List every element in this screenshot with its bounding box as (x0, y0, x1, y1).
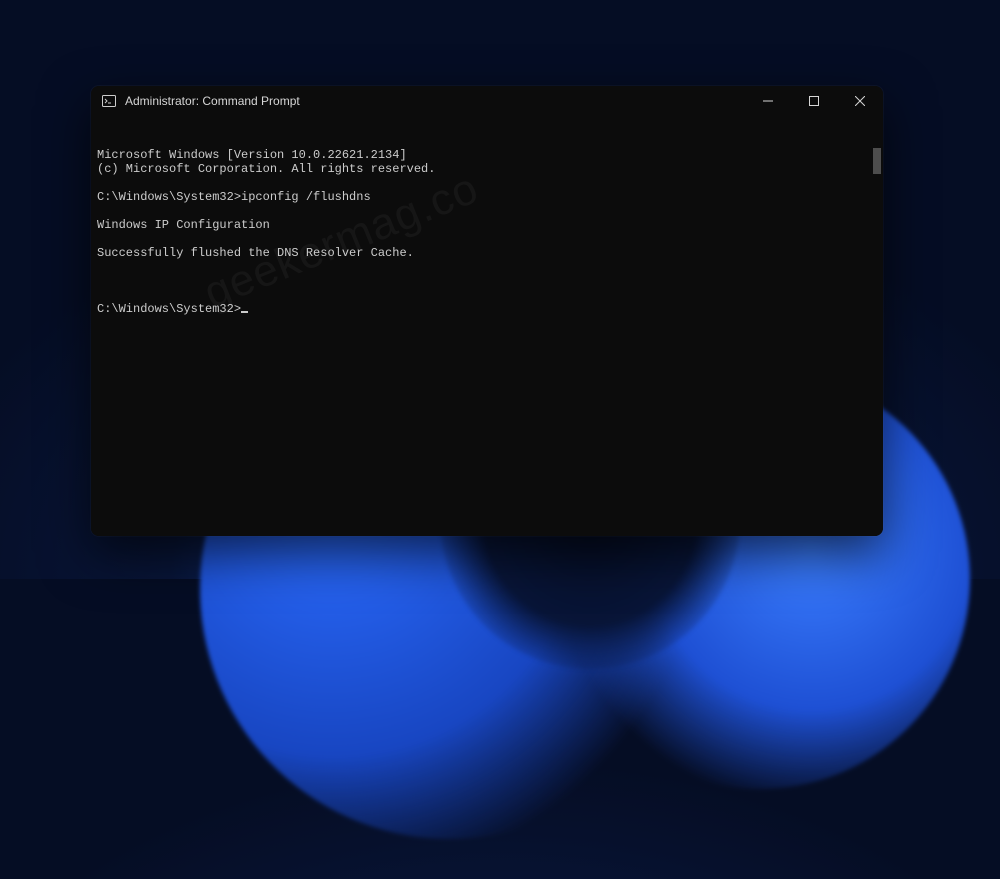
window-title: Administrator: Command Prompt (125, 94, 300, 108)
minimize-button[interactable] (745, 86, 791, 116)
terminal-scrollbar-thumb[interactable] (873, 148, 881, 174)
cmd-icon (101, 93, 117, 109)
terminal-line (97, 260, 877, 274)
terminal-cursor (241, 311, 248, 313)
terminal-line: (c) Microsoft Corporation. All rights re… (97, 162, 877, 176)
maximize-button[interactable] (791, 86, 837, 116)
terminal-line (97, 204, 877, 218)
close-button[interactable] (837, 86, 883, 116)
terminal-line: Windows IP Configuration (97, 218, 877, 232)
window-titlebar[interactable]: Administrator: Command Prompt (91, 86, 883, 116)
terminal-line (97, 232, 877, 246)
terminal-line: Successfully flushed the DNS Resolver Ca… (97, 246, 877, 260)
terminal-prompt-line: C:\Windows\System32> (97, 302, 877, 316)
terminal-line: Microsoft Windows [Version 10.0.22621.21… (97, 148, 877, 162)
terminal-prompt: C:\Windows\System32> (97, 302, 241, 316)
command-prompt-window: Administrator: Command Prompt Microsoft … (91, 86, 883, 536)
terminal-line (97, 176, 877, 190)
terminal-output[interactable]: Microsoft Windows [Version 10.0.22621.21… (91, 116, 883, 536)
terminal-line: C:\Windows\System32>ipconfig /flushdns (97, 190, 877, 204)
